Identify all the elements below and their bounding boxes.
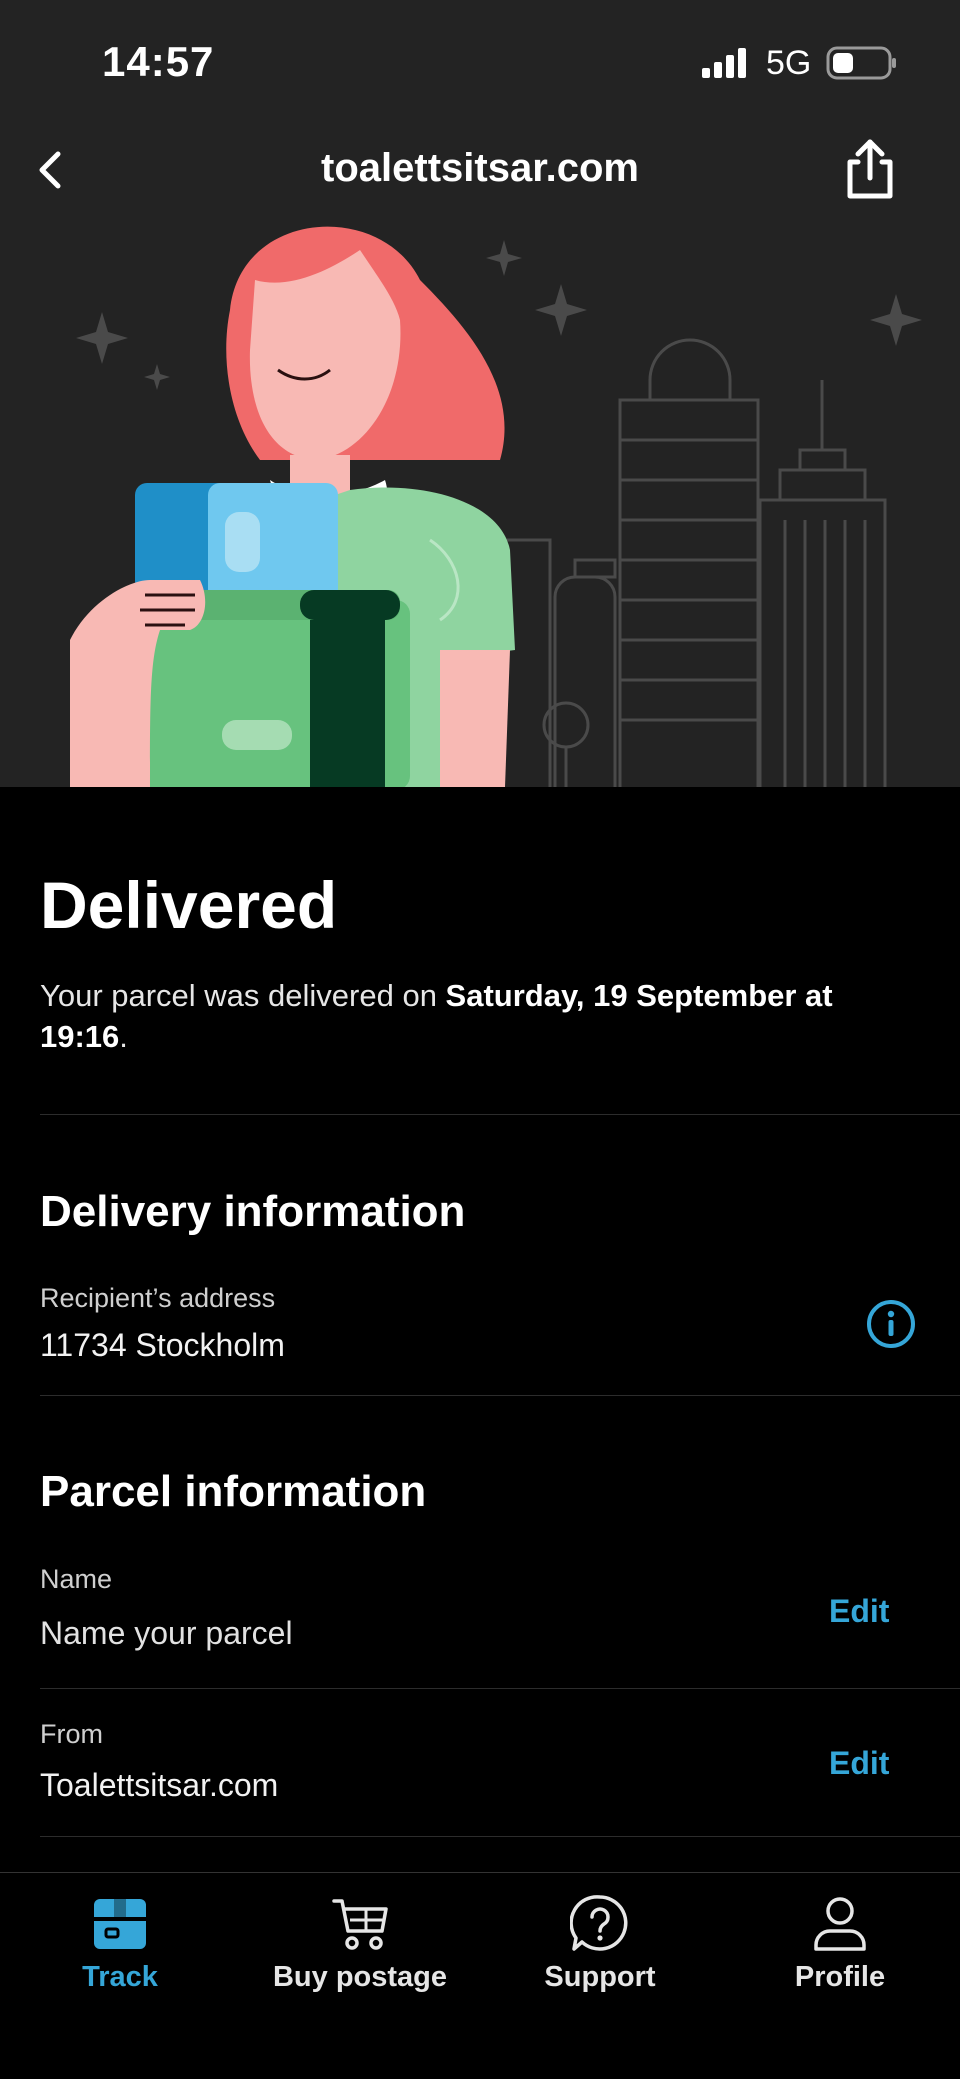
signal-icon	[702, 48, 746, 78]
description-period: .	[119, 1019, 128, 1054]
parcel-name-placeholder[interactable]: Name your parcel	[40, 1615, 293, 1652]
parcel-name-label: Name	[40, 1564, 113, 1594]
cart-icon	[332, 1899, 388, 1950]
divider	[40, 1836, 960, 1837]
share-icon[interactable]	[840, 136, 900, 202]
divider	[40, 1688, 960, 1689]
divider	[40, 1114, 960, 1115]
delivery-status-title: Delivered	[40, 868, 338, 942]
battery-icon	[826, 46, 896, 80]
delivery-information-title: Delivery information	[40, 1187, 466, 1236]
tab-support[interactable]: Support	[480, 1893, 720, 1994]
bottom-tab-bar: Track Buy postage Support Profile	[0, 1872, 960, 2079]
tab-track[interactable]: Track	[0, 1893, 240, 1994]
sender-value: Toalettsitsar.com	[40, 1767, 279, 1803]
recipient-address-label: Recipient’s address	[40, 1283, 276, 1313]
tab-buy-postage[interactable]: Buy postage	[240, 1893, 480, 1994]
status-bar: 14:57 5G	[0, 0, 960, 120]
recipient-address-value: 11734 Stockholm	[40, 1327, 285, 1363]
edit-name-button[interactable]: Edit	[829, 1593, 889, 1630]
header-area: 14:57 5G toalettsitsar.com	[0, 0, 960, 787]
parcel-information-title: Parcel information	[40, 1467, 427, 1516]
network-type: 5G	[766, 44, 812, 82]
tab-buy-postage-label: Buy postage	[272, 1961, 448, 1993]
nav-bar: toalettsitsar.com	[0, 130, 960, 210]
info-icon[interactable]	[865, 1298, 917, 1350]
parcel-box-icon	[94, 1899, 146, 1949]
tab-track-label: Track	[82, 1961, 158, 1993]
delivery-status-description: Your parcel was delivered on Saturday, 1…	[40, 975, 920, 1057]
description-text: Your parcel was delivered on	[40, 978, 446, 1013]
person-icon	[814, 1897, 866, 1951]
tab-profile-label: Profile	[794, 1961, 886, 1993]
sender-label: From	[40, 1719, 103, 1749]
page-title: toalettsitsar.com	[321, 146, 639, 190]
divider	[40, 1395, 960, 1396]
woman-holding-parcels-illustration	[70, 226, 922, 787]
tab-support-label: Support	[544, 1961, 656, 1993]
tab-profile[interactable]: Profile	[720, 1893, 960, 1994]
status-time: 14:57	[102, 38, 215, 85]
question-circle-icon	[570, 1895, 628, 1951]
edit-sender-button[interactable]: Edit	[829, 1745, 889, 1782]
